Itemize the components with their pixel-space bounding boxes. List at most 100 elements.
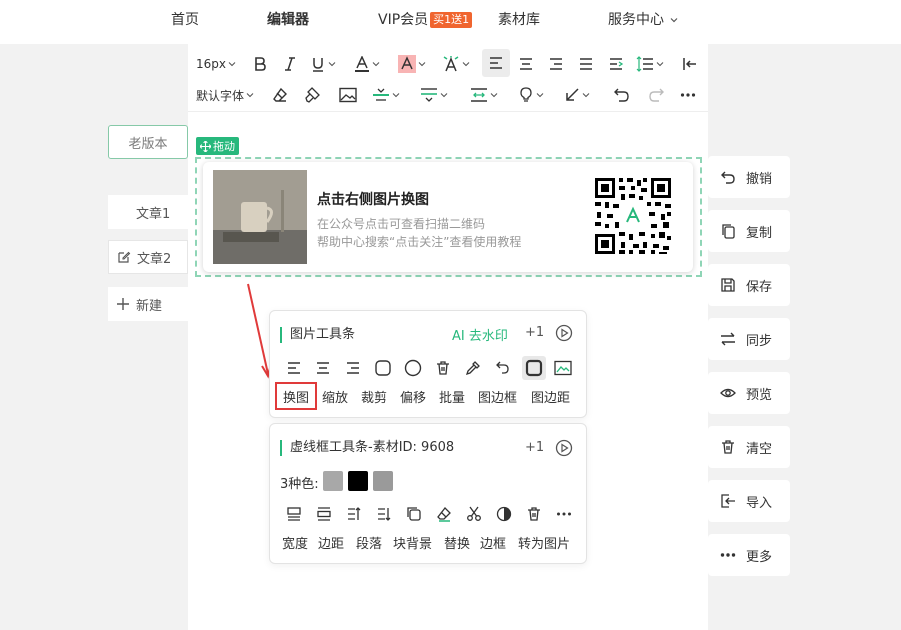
frame-contrast-icon-button[interactable] [494, 504, 514, 524]
image-margin-button[interactable]: 图边距 [531, 387, 570, 406]
frame-border-button[interactable]: 边框 [480, 533, 506, 552]
paragraph-icon [348, 507, 361, 520]
color-swatch-3[interactable] [373, 471, 393, 491]
frame-delete-icon-button[interactable] [524, 504, 544, 524]
frame-margin-icon-button[interactable] [314, 504, 334, 524]
convert-to-image-button[interactable]: 转为图片 [518, 533, 570, 552]
font-size-select[interactable]: 16px [196, 51, 236, 77]
save-button[interactable]: 保存 [708, 264, 790, 306]
format-painter-button[interactable] [302, 82, 322, 108]
copy-button[interactable]: 复制 [708, 210, 790, 252]
img-picture-button[interactable] [553, 358, 573, 378]
frame-paragraph-icon-button[interactable] [344, 504, 364, 524]
drag-handle[interactable]: 拖动 [196, 137, 239, 155]
image-border-button[interactable]: 图边框 [478, 387, 517, 406]
bold-button[interactable] [250, 51, 270, 77]
play-circle-icon [555, 439, 573, 457]
paragraph-spacing-button[interactable] [420, 82, 448, 108]
old-version-button[interactable]: 老版本 [108, 125, 188, 159]
italic-button[interactable] [280, 51, 300, 77]
zoom-button[interactable]: 缩放 [322, 387, 348, 406]
image-toolbar-play-button[interactable] [555, 324, 573, 342]
crop-button[interactable]: 裁剪 [361, 387, 387, 406]
nav-vip[interactable]: VIP会员 买1送1 [378, 10, 473, 30]
img-align-left-button[interactable] [284, 358, 304, 378]
justify-button[interactable] [576, 51, 596, 77]
font-color-button[interactable] [354, 51, 380, 77]
copy-label: 复制 [746, 225, 773, 241]
img-align-center-button[interactable] [313, 358, 333, 378]
preview-button[interactable]: 预览 [708, 372, 790, 414]
undo-toolbar-button[interactable] [612, 82, 632, 108]
line-height-button[interactable] [636, 51, 664, 77]
exit-button[interactable] [680, 51, 700, 77]
frame-margin-button[interactable]: 边距 [318, 533, 344, 552]
frame-block-bg-button[interactable]: 块背景 [393, 533, 432, 552]
img-align-right-button[interactable] [343, 358, 363, 378]
frame-border-icon-button[interactable] [464, 504, 484, 524]
divider-button[interactable] [372, 82, 400, 108]
frame-toolbar-plus-one[interactable]: +1 [525, 440, 544, 455]
nav-home[interactable]: 首页 [171, 10, 199, 30]
clear-format-button[interactable] [270, 82, 290, 108]
top-nav: 首页 编辑器 VIP会员 买1送1 素材库 服务中心 [0, 0, 901, 44]
color-swatch-2[interactable] [348, 471, 368, 491]
trash-icon [437, 361, 449, 375]
frame-toolbar-play-button[interactable] [555, 439, 573, 457]
redo-toolbar-button[interactable] [646, 82, 666, 108]
nav-materials[interactable]: 素材库 [498, 10, 540, 30]
font-family-select[interactable]: 默认字体 [196, 82, 254, 108]
frame-replace-icon-button[interactable] [434, 504, 454, 524]
img-eyedropper-button[interactable] [463, 358, 483, 378]
qr-card[interactable]: 点击右侧图片换图 在公众号点击可查看扫描二维码 帮助中心搜索“点击关注”查看使用… [203, 162, 693, 272]
image-toolbar-plus-one[interactable]: +1 [525, 325, 544, 340]
frame-width-icon-button[interactable] [284, 504, 304, 524]
move-icon [200, 140, 211, 152]
frame-more-icon-button[interactable] [554, 504, 574, 524]
color-swatch-1[interactable] [323, 471, 343, 491]
qr-code-image[interactable] [593, 176, 673, 256]
card-image[interactable] [213, 170, 307, 264]
frame-paragraph-down-icon-button[interactable] [374, 504, 394, 524]
article1-tab[interactable]: 文章1 [108, 195, 188, 229]
import-button[interactable]: 导入 [708, 480, 790, 522]
text-effect-button[interactable] [442, 51, 470, 77]
frame-replace-button[interactable]: 替换 [444, 533, 470, 552]
bulb-button[interactable] [518, 82, 544, 108]
img-reset-button[interactable] [493, 358, 513, 378]
img-border-style-button[interactable] [522, 356, 546, 380]
align-left-icon [490, 57, 502, 69]
nav-service[interactable]: 服务中心 [608, 10, 678, 30]
more-toolbar-button[interactable] [678, 82, 698, 108]
trash-icon [722, 440, 734, 454]
bg-color-button[interactable] [398, 51, 426, 77]
sync-button[interactable]: 同步 [708, 318, 790, 360]
ai-remove-watermark-button[interactable]: AI 去水印 [452, 325, 508, 344]
arrow-button[interactable] [564, 82, 590, 108]
frame-width-button[interactable]: 宽度 [282, 533, 308, 552]
underline-button[interactable] [310, 51, 336, 77]
img-circle-button[interactable] [403, 358, 423, 378]
undo-button[interactable]: 撤销 [708, 156, 790, 198]
letter-spacing-button[interactable] [470, 82, 498, 108]
align-right-icon [550, 58, 562, 70]
img-rounded-button[interactable] [373, 358, 393, 378]
align-left-button[interactable] [482, 49, 510, 77]
align-right-button[interactable] [546, 51, 566, 77]
new-article-button[interactable]: 新建 [108, 287, 188, 321]
frame-block-bg-icon-button[interactable] [404, 504, 424, 524]
article2-tab[interactable]: 文章2 [108, 240, 188, 274]
align-center-button[interactable] [516, 51, 536, 77]
more-button[interactable]: 更多 [708, 534, 790, 576]
clear-button[interactable]: 清空 [708, 426, 790, 468]
replace-image-button[interactable]: 换图 [283, 387, 309, 406]
img-delete-button[interactable] [433, 358, 453, 378]
indent-button[interactable] [606, 51, 626, 77]
frame-paragraph-button[interactable]: 段落 [356, 533, 382, 552]
nav-editor[interactable]: 编辑器 [267, 10, 309, 30]
more-icon [680, 93, 696, 97]
batch-button[interactable]: 批量 [439, 387, 465, 406]
insert-image-button[interactable] [338, 82, 358, 108]
offset-button[interactable]: 偏移 [400, 387, 426, 406]
chevron-down-icon [462, 62, 470, 67]
